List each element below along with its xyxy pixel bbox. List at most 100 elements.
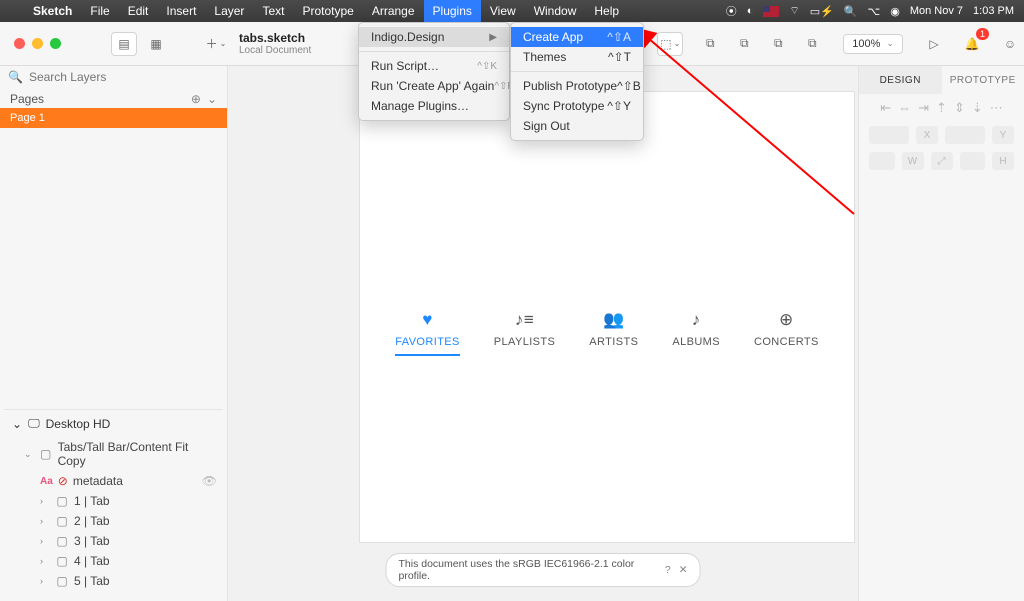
control-center-icon[interactable]: ⌥ xyxy=(868,5,881,18)
inspector-field[interactable] xyxy=(945,126,985,144)
toolbar-layer-list-button[interactable]: ▤ xyxy=(111,32,137,56)
layer-tab-4[interactable]: ›▢4 | Tab xyxy=(4,551,223,571)
menu-separator xyxy=(511,71,643,72)
subtract-button[interactable]: ⧉ xyxy=(731,32,757,56)
menu-item-indigo[interactable]: Indigo.Design ▶ xyxy=(359,27,509,47)
menu-window[interactable]: Window xyxy=(525,0,586,22)
input-source-icon[interactable] xyxy=(763,6,779,17)
menu-item-label: Sync Prototype xyxy=(523,99,604,113)
menubar-date[interactable]: Mon Nov 7 xyxy=(910,5,963,17)
menu-item-label: Indigo.Design xyxy=(371,30,444,44)
close-icon[interactable]: ✕ xyxy=(679,564,688,576)
spotlight-icon[interactable]: 🔍 xyxy=(844,5,858,18)
menu-help[interactable]: Help xyxy=(585,0,628,22)
visibility-icon[interactable]: 👁 xyxy=(202,474,217,488)
app-name[interactable]: Sketch xyxy=(24,4,81,18)
insert-button[interactable]: ＋⌄ xyxy=(203,32,229,56)
toolbar-components-button[interactable]: ▦ xyxy=(143,32,169,56)
search-icon: 🔍 xyxy=(8,70,23,84)
record-icon[interactable]: ⦿ xyxy=(726,3,737,19)
wifi-icon[interactable]: ⌔ xyxy=(789,4,799,18)
siri-icon[interactable]: ◉ xyxy=(890,5,900,18)
inspector-field[interactable] xyxy=(869,126,909,144)
submenu-item-themes[interactable]: Themes ^⇧T xyxy=(511,47,643,67)
page-item-1[interactable]: Page 1 xyxy=(0,108,227,128)
inspector-tab-prototype[interactable]: PROTOTYPE xyxy=(942,66,1024,94)
union-button[interactable]: ⧉ xyxy=(697,32,723,56)
close-window-button[interactable] xyxy=(14,38,25,49)
scale-button[interactable]: ⬚⌄ xyxy=(657,32,683,56)
menu-item-run-script[interactable]: Run Script… ^⇧K xyxy=(359,56,509,76)
inspector-field[interactable] xyxy=(960,152,986,170)
canvas-area[interactable]: ♥FAVORITES ♪≡PLAYLISTS 👥ARTISTS ♪ALBUMS … xyxy=(228,66,858,601)
align-right-icon[interactable]: ⇥ xyxy=(918,100,929,116)
menu-prototype[interactable]: Prototype xyxy=(293,0,362,22)
tab-artists[interactable]: 👥ARTISTS xyxy=(589,310,638,356)
layer-tab-1[interactable]: ›▢1 | Tab xyxy=(4,491,223,511)
inspector-x-label: X xyxy=(916,126,938,144)
layer-group[interactable]: ⌄ ▢ Tabs/Tall Bar/Content Fit Copy xyxy=(4,437,223,471)
intersect-button[interactable]: ⧉ xyxy=(765,32,791,56)
layer-tab-3[interactable]: ›▢3 | Tab xyxy=(4,531,223,551)
menu-arrange[interactable]: Arrange xyxy=(363,0,424,22)
inspector-tab-design[interactable]: DESIGN xyxy=(859,66,942,94)
submenu-item-publish[interactable]: Publish Prototype ^⇧B xyxy=(511,76,643,96)
layer-tab-5[interactable]: ›▢5 | Tab xyxy=(4,571,223,591)
left-sidebar: 🔍 Pages ⊕ ⌄ Page 1 ⌄ 🖵 Desktop HD ⌄ ▢ Ta… xyxy=(0,66,228,601)
menu-edit[interactable]: Edit xyxy=(119,0,158,22)
add-page-icon[interactable]: ⊕ xyxy=(191,92,201,106)
tab-concerts[interactable]: ⊕ CONCERTS xyxy=(754,310,819,356)
disclosure-icon: › xyxy=(40,516,50,526)
tab-albums[interactable]: ♪ALBUMS xyxy=(672,310,720,356)
menu-item-manage-plugins[interactable]: Manage Plugins… xyxy=(359,96,509,116)
folder-icon: ▢ xyxy=(55,494,69,508)
folder-icon: ▢ xyxy=(55,514,69,528)
right-inspector: DESIGN PROTOTYPE ⇤ ⇔ ⇥ ⇡ ⇕ ⇣ ⋯ X Y W ⤢ H xyxy=(858,66,1024,601)
artboard-desktop-hd[interactable]: ♥FAVORITES ♪≡PLAYLISTS 👥ARTISTS ♪ALBUMS … xyxy=(360,92,854,542)
menu-file[interactable]: File xyxy=(81,0,118,22)
menu-item-label: Themes xyxy=(523,50,566,64)
submenu-item-sync[interactable]: Sync Prototype ^⇧Y xyxy=(511,96,643,116)
align-top-icon[interactable]: ⇡ xyxy=(936,100,947,116)
indigo-submenu: Create App ^⇧A Themes ^⇧T Publish Protot… xyxy=(510,22,644,141)
document-title-block[interactable]: tabs.sketch Local Document xyxy=(239,31,311,56)
account-button[interactable]: ☺ xyxy=(997,32,1023,56)
tab-label: CONCERTS xyxy=(754,336,819,348)
help-icon[interactable]: ? xyxy=(665,564,671,576)
tab-favorites[interactable]: ♥FAVORITES xyxy=(395,310,460,356)
menu-view[interactable]: View xyxy=(481,0,525,22)
collapse-pages-icon[interactable]: ⌄ xyxy=(207,92,217,106)
inspector-field[interactable] xyxy=(869,152,895,170)
zoom-status-icon[interactable]: ◐ xyxy=(747,5,754,17)
artboard-section[interactable]: ⌄ 🖵 Desktop HD xyxy=(4,409,223,437)
menu-text[interactable]: Text xyxy=(253,0,293,22)
battery-icon[interactable]: ▭⚡ xyxy=(810,5,834,18)
menubar-time[interactable]: 1:03 PM xyxy=(973,5,1014,17)
layer-metadata[interactable]: Aa ⊘ metadata 👁 xyxy=(4,471,223,491)
menu-plugins[interactable]: Plugins xyxy=(424,0,481,22)
preview-button[interactable]: ▷ xyxy=(921,32,947,56)
align-left-icon[interactable]: ⇤ xyxy=(880,100,891,116)
zoom-window-button[interactable] xyxy=(50,38,61,49)
menu-insert[interactable]: Insert xyxy=(157,0,205,22)
align-center-h-icon[interactable]: ⇔ xyxy=(898,100,911,116)
align-bottom-icon[interactable]: ⇣ xyxy=(972,100,983,116)
tab-playlists[interactable]: ♪≡PLAYLISTS xyxy=(494,310,555,356)
distribute-icon[interactable]: ⋯ xyxy=(990,100,1003,116)
minimize-window-button[interactable] xyxy=(32,38,43,49)
difference-button[interactable]: ⧉ xyxy=(799,32,825,56)
menu-item-label: Run Script… xyxy=(371,59,439,73)
search-layers-input[interactable] xyxy=(29,70,219,84)
submenu-item-create-app[interactable]: Create App ^⇧A xyxy=(511,27,643,47)
macos-menubar: Sketch File Edit Insert Layer Text Proto… xyxy=(0,0,1024,22)
layer-tab-2[interactable]: ›▢2 | Tab xyxy=(4,511,223,531)
zoom-select[interactable]: 100% xyxy=(843,34,903,54)
globe-icon: ⊕ xyxy=(779,310,794,330)
inspector-lock-icon[interactable]: ⤢ xyxy=(931,152,953,170)
submenu-item-signout[interactable]: Sign Out xyxy=(511,116,643,136)
menu-item-run-again[interactable]: Run 'Create App' Again ^⇧R xyxy=(359,76,509,96)
window-controls xyxy=(0,38,61,49)
menu-layer[interactable]: Layer xyxy=(205,0,253,22)
align-center-v-icon[interactable]: ⇕ xyxy=(954,100,965,116)
notifications-button[interactable]: 🔔 1 xyxy=(959,32,985,56)
